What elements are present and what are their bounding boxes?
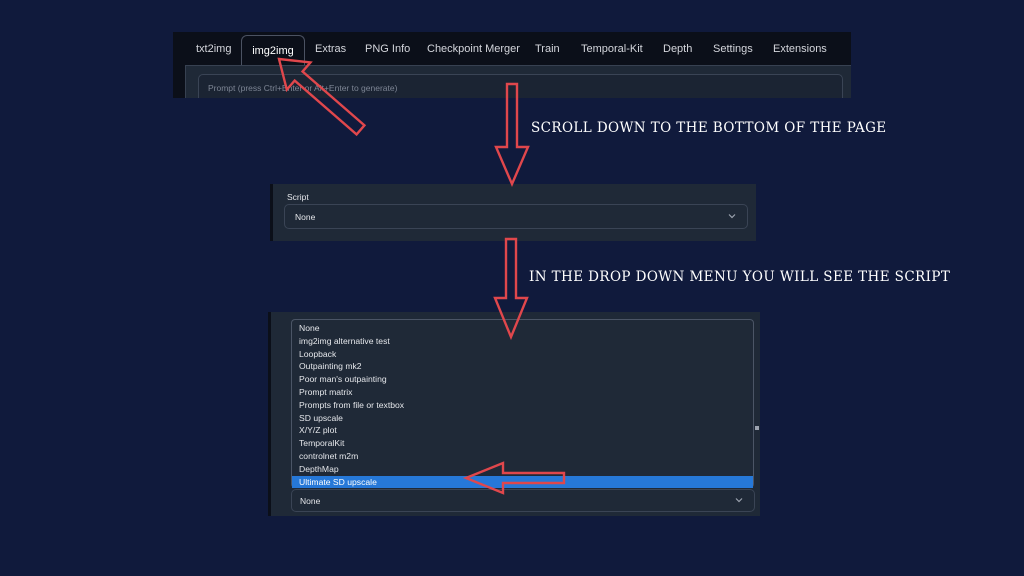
tab-depth[interactable]: Depth <box>663 34 692 64</box>
tab-bar: txt2img img2img Extras PNG Info Checkpoi… <box>173 32 851 66</box>
tab-checkpoint-merger[interactable]: Checkpoint Merger <box>427 34 520 64</box>
option-prompt-matrix[interactable]: Prompt matrix <box>292 386 753 399</box>
option-loopback[interactable]: Loopback <box>292 348 753 361</box>
option-sd-upscale[interactable]: SD upscale <box>292 412 753 425</box>
script-option-list[interactable]: None img2img alternative test Loopback O… <box>291 319 754 489</box>
tab-temporal-kit[interactable]: Temporal-Kit <box>581 34 643 64</box>
script-label: Script <box>287 192 309 202</box>
tab-train[interactable]: Train <box>535 34 560 64</box>
option-outpainting-mk2[interactable]: Outpainting mk2 <box>292 360 753 373</box>
tab-extensions[interactable]: Extensions <box>773 34 827 64</box>
option-poor-mans-outpainting[interactable]: Poor man's outpainting <box>292 373 753 386</box>
tab-extras[interactable]: Extras <box>315 34 346 64</box>
instruction-step-2: IN THE DROP DOWN MENU YOU WILL SEE THE S… <box>529 269 951 285</box>
option-depthmap[interactable]: DepthMap <box>292 463 753 476</box>
tab-png-info[interactable]: PNG Info <box>365 34 410 64</box>
chevron-down-icon <box>728 214 736 219</box>
option-none[interactable]: None <box>292 322 753 335</box>
script-select-value: None <box>295 212 316 222</box>
tab-txt2img[interactable]: txt2img <box>196 34 231 64</box>
panel-top-strip <box>271 312 760 317</box>
tab-settings[interactable]: Settings <box>713 34 753 64</box>
option-img2img-alt[interactable]: img2img alternative test <box>292 335 753 348</box>
script-select-expanded[interactable]: None <box>291 489 755 512</box>
scroll-marker <box>755 426 759 430</box>
chevron-down-icon <box>735 498 743 503</box>
instruction-step-1: SCROLL DOWN TO THE BOTTOM OF THE PAGE <box>531 120 887 136</box>
option-prompts-from-file[interactable]: Prompts from file or textbox <box>292 399 753 412</box>
option-temporalkit[interactable]: TemporalKit <box>292 437 753 450</box>
tab-img2img[interactable]: img2img <box>241 35 305 66</box>
prompt-input[interactable]: Prompt (press Ctrl+Enter or Alt+Enter to… <box>198 74 843 98</box>
list-select-value: None <box>300 496 321 506</box>
option-ultimate-sd-upscale[interactable]: Ultimate SD upscale <box>292 475 753 489</box>
option-controlnet-m2m[interactable]: controlnet m2m <box>292 450 753 463</box>
script-dropdown-panel: None img2img alternative test Loopback O… <box>268 312 760 516</box>
arrow-icon <box>494 82 530 188</box>
script-select[interactable]: None <box>284 204 748 229</box>
script-panel: Script None <box>270 184 756 241</box>
option-xyz-plot[interactable]: X/Y/Z plot <box>292 424 753 437</box>
webui-tab-panel: txt2img img2img Extras PNG Info Checkpoi… <box>173 32 851 98</box>
